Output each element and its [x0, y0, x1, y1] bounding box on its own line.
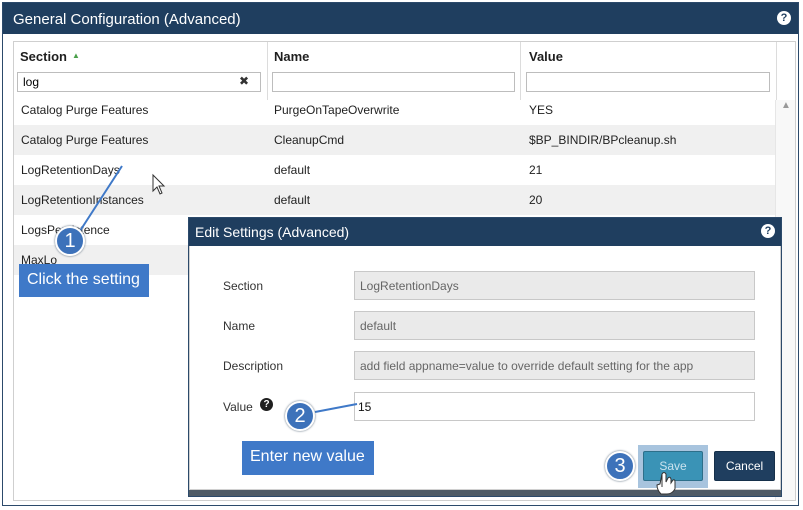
step3-badge: 3 [605, 451, 635, 481]
step2-callout: Enter new value [242, 441, 374, 475]
callout-overlay [314, 403, 676, 495]
step2-badge: 2 [285, 401, 315, 431]
step1-badge: 1 [55, 226, 85, 256]
hand-cursor-icon [656, 472, 676, 495]
step2-pointer-line [314, 403, 358, 413]
step1-callout: Click the setting [19, 264, 149, 297]
